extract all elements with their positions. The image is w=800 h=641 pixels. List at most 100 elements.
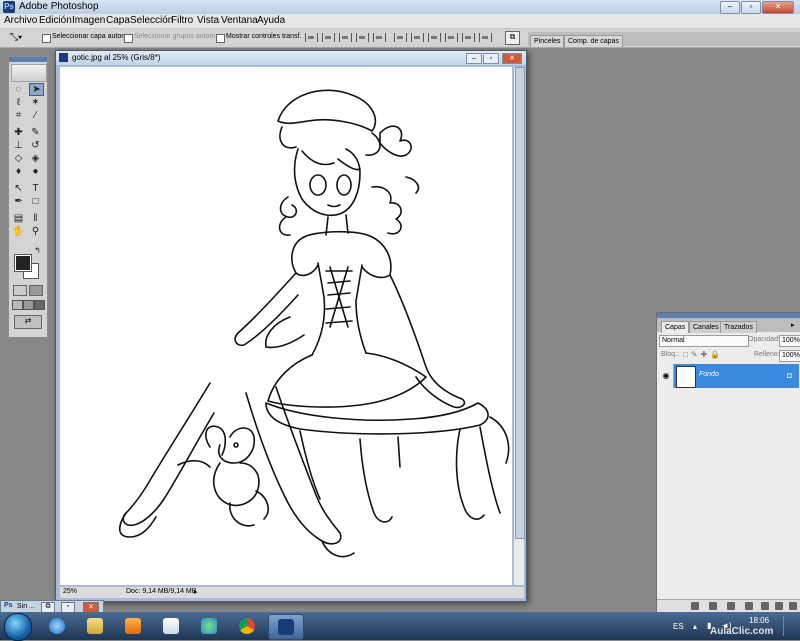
link-layers-icon[interactable] [691, 602, 699, 610]
language-indicator[interactable]: ES [673, 622, 684, 631]
distribute-bottom-icon[interactable] [428, 33, 441, 42]
adobe-feather-icon[interactable] [11, 64, 47, 82]
hand-tool-icon[interactable]: ✋ [12, 226, 25, 237]
align-top-icon[interactable] [305, 33, 318, 42]
panel-menu-icon[interactable]: ▸ [791, 321, 795, 329]
slice-tool-icon[interactable]: ⁄ [29, 110, 42, 121]
blur-tool-icon[interactable]: ♦ [12, 166, 25, 177]
foreground-color-swatch[interactable] [14, 254, 32, 272]
menu-edicion[interactable]: Edición [39, 15, 72, 26]
shape-tool-icon[interactable]: □ [29, 196, 42, 207]
distribute-vcenter-icon[interactable] [411, 33, 424, 42]
clone-stamp-tool-icon[interactable]: ⊥ [12, 140, 25, 151]
taskbar-messenger[interactable] [192, 614, 226, 638]
doc-close-button[interactable]: ✕ [502, 53, 522, 64]
start-button[interactable] [4, 613, 32, 641]
lasso-tool-icon[interactable]: ℓ [12, 97, 25, 108]
standard-mode-icon[interactable] [13, 285, 27, 296]
layer-row-fondo[interactable]: ◉ Fondo ◘ [659, 364, 799, 388]
screen-mode-standard-icon[interactable] [12, 300, 23, 310]
menu-vista[interactable]: Vista [197, 15, 219, 26]
new-group-icon[interactable] [761, 602, 769, 610]
crop-tool-icon[interactable]: ⌗ [12, 110, 25, 121]
menu-ayuda[interactable]: Ayuda [257, 15, 285, 26]
distribute-top-icon[interactable] [394, 33, 407, 42]
quick-mask-icon[interactable] [29, 285, 43, 296]
tab-canales[interactable]: Canales [689, 321, 723, 333]
show-transform-checkbox[interactable] [216, 34, 225, 43]
swap-colors-icon[interactable]: ↰ [31, 245, 44, 256]
doc-maximize-button[interactable]: ▫ [483, 53, 499, 64]
zoom-tool-icon[interactable]: ⚲ [29, 226, 42, 237]
menu-archivo[interactable]: Archivo [4, 15, 37, 26]
menu-seleccion[interactable]: Selección [130, 15, 173, 26]
tray-arrow-icon[interactable]: ▴ [693, 622, 697, 631]
fill-field[interactable]: 100% [779, 350, 800, 362]
vertical-scrollbar-thumb[interactable] [515, 67, 525, 539]
paint-bucket-tool-icon[interactable]: ◈ [29, 153, 42, 164]
new-layer-icon[interactable] [775, 602, 783, 610]
align-hcenter-icon[interactable] [373, 33, 386, 42]
screen-mode-full-icon[interactable] [34, 300, 45, 310]
align-bottom-icon[interactable] [339, 33, 352, 42]
tab-comp-capas[interactable]: Comp. de capas [564, 35, 623, 47]
toggle-palette-well-icon[interactable]: ⧉ [505, 31, 520, 45]
status-arrow-icon[interactable]: ▸ [194, 588, 198, 596]
healing-brush-tool-icon[interactable]: ✚ [12, 127, 25, 138]
menu-imagen[interactable]: Imagen [72, 15, 105, 26]
taskbar-photoshop[interactable] [268, 614, 304, 640]
image-canvas[interactable] [60, 67, 512, 585]
distribute-left-icon[interactable] [445, 33, 458, 42]
marquee-tool-icon[interactable]: ◌ [12, 84, 25, 95]
taskbar-internet-explorer[interactable] [40, 614, 74, 638]
path-selection-tool-icon[interactable]: ↖ [12, 183, 25, 194]
jump-to-imageready-icon[interactable]: ⇄ [14, 315, 42, 329]
screen-mode-menu-icon[interactable] [23, 300, 34, 310]
minimize-button[interactable]: – [720, 1, 740, 14]
adjustment-layer-icon[interactable] [745, 602, 753, 610]
distribute-hcenter-icon[interactable] [462, 33, 475, 42]
magic-wand-tool-icon[interactable]: ✶ [29, 97, 42, 108]
maximize-button[interactable]: ▫ [741, 1, 761, 14]
distribute-right-icon[interactable] [479, 33, 492, 42]
align-vcenter-icon[interactable] [322, 33, 335, 42]
toolbox-header[interactable] [9, 57, 47, 62]
pen-tool-icon[interactable]: ✒ [12, 196, 25, 207]
menu-filtro[interactable]: Filtro [171, 15, 193, 26]
doc-minimize-button[interactable]: – [466, 53, 482, 64]
taskbar-paint[interactable] [154, 614, 188, 638]
type-tool-icon[interactable]: T [29, 183, 42, 194]
zoom-field[interactable]: 25% [63, 588, 77, 595]
eyedropper-tool-icon[interactable]: ǁ [29, 213, 42, 224]
dodge-tool-icon[interactable]: ● [29, 166, 42, 177]
layer-style-icon[interactable] [709, 602, 717, 610]
clock-time[interactable]: 18:06 [749, 616, 769, 625]
history-brush-tool-icon[interactable]: ↺ [29, 140, 42, 151]
opacity-field[interactable]: 100% [779, 335, 800, 347]
layer-name[interactable]: Fondo [699, 371, 719, 378]
brush-tool-icon[interactable]: ✎ [29, 127, 42, 138]
auto-select-groups-checkbox[interactable] [124, 34, 133, 43]
vertical-scrollbar[interactable] [514, 67, 525, 585]
taskbar-explorer[interactable] [78, 614, 112, 638]
notes-tool-icon[interactable]: ▤ [12, 213, 25, 224]
layer-visibility-eye-icon[interactable]: ◉ [659, 364, 674, 388]
align-left-icon[interactable] [356, 33, 369, 42]
show-desktop-button[interactable] [783, 616, 796, 636]
document-title-bar[interactable]: gotic.jpg al 25% (Gris/8*) – ▫ ✕ [56, 51, 526, 65]
lock-icons[interactable]: □✎✚🔒 [683, 350, 723, 359]
tab-capas[interactable]: Capas [661, 321, 690, 333]
layer-mask-icon[interactable] [727, 602, 735, 610]
taskbar-media-player[interactable] [116, 614, 150, 638]
blend-mode-select[interactable]: Normal [659, 335, 749, 347]
move-tool-preset-icon[interactable]: ⤡▾ [10, 32, 22, 43]
menu-ventana[interactable]: Ventana [221, 15, 258, 26]
delete-layer-icon[interactable] [789, 602, 797, 610]
menu-capa[interactable]: Capa [106, 15, 130, 26]
tab-trazados[interactable]: Trazados [720, 321, 757, 333]
taskbar-chrome[interactable] [230, 614, 264, 638]
auto-select-layer-checkbox[interactable] [42, 34, 51, 43]
tab-pinceles[interactable]: Pinceles [530, 35, 565, 47]
close-button[interactable]: ✕ [762, 1, 794, 14]
eraser-tool-icon[interactable]: ◇ [12, 153, 25, 164]
